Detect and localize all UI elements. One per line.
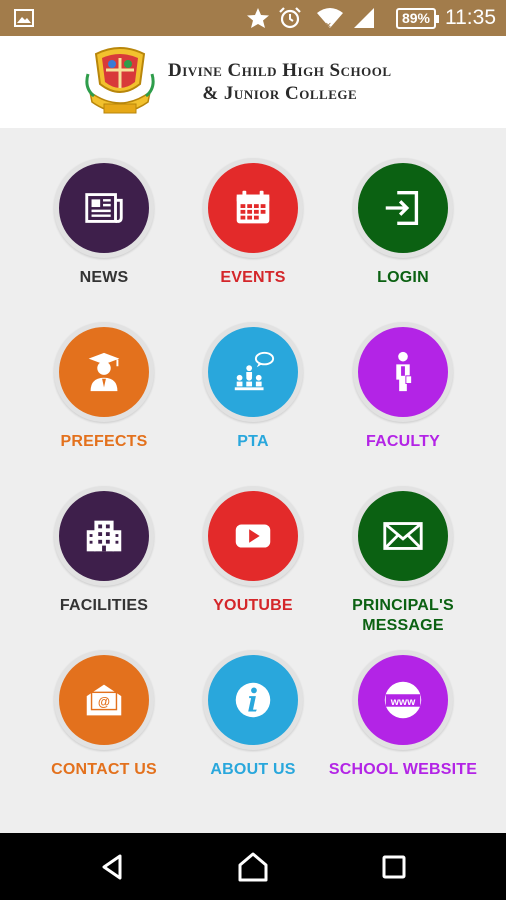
wifi-icon: ✕ bbox=[316, 0, 344, 36]
about-us-button[interactable] bbox=[203, 650, 303, 750]
news-button[interactable] bbox=[54, 158, 154, 258]
youtube-button[interactable] bbox=[203, 486, 303, 586]
calendar-icon bbox=[236, 190, 270, 224]
navigation-bar bbox=[0, 833, 506, 900]
pta-label: PTA bbox=[237, 433, 269, 450]
school-name-line2: & Junior College bbox=[202, 83, 358, 104]
about-us-label: ABOUT US bbox=[210, 761, 296, 778]
menu-item-contact-us[interactable]: @ CONTACT US bbox=[29, 650, 179, 780]
menu-item-principals-message[interactable]: PRINCIPAL'S MESSAGE bbox=[328, 486, 478, 636]
menu-item-prefects[interactable]: PREFECTS bbox=[29, 322, 179, 452]
menu-item-login[interactable]: LOGIN bbox=[328, 158, 478, 288]
image-icon bbox=[14, 0, 34, 36]
graduate-icon bbox=[88, 352, 120, 392]
svg-text:✕: ✕ bbox=[325, 21, 332, 29]
faculty-label: FACULTY bbox=[366, 433, 440, 450]
news-label: NEWS bbox=[79, 269, 129, 286]
menu-item-news[interactable]: NEWS bbox=[29, 158, 179, 288]
www-icon: www bbox=[384, 681, 422, 719]
svg-text:@: @ bbox=[98, 695, 110, 709]
contact-us-label: CONTACT US bbox=[51, 761, 157, 778]
alarm-icon bbox=[278, 0, 302, 36]
pta-button[interactable] bbox=[203, 322, 303, 422]
home-icon bbox=[238, 852, 268, 881]
meeting-icon bbox=[234, 351, 275, 391]
menu-item-youtube[interactable]: YOUTUBE bbox=[178, 486, 328, 616]
star-icon bbox=[246, 0, 270, 36]
back-icon bbox=[102, 854, 122, 879]
contact-us-button[interactable]: @ bbox=[54, 650, 154, 750]
menu-item-school-website[interactable]: www SCHOOL WEBSITE bbox=[328, 650, 478, 780]
facilities-button[interactable] bbox=[54, 486, 154, 586]
prefects-label: PREFECTS bbox=[60, 433, 148, 450]
prefects-button[interactable] bbox=[54, 322, 154, 422]
school-website-button[interactable]: www bbox=[353, 650, 453, 750]
menu-item-faculty[interactable]: FACULTY bbox=[328, 322, 478, 452]
app-header: Divine Child High School & Junior Colleg… bbox=[0, 36, 506, 128]
menu-item-about-us[interactable]: ABOUT US bbox=[178, 650, 328, 780]
person-icon bbox=[396, 351, 413, 392]
login-button[interactable] bbox=[353, 158, 453, 258]
menu-item-pta[interactable]: PTA bbox=[178, 322, 328, 452]
back-button[interactable] bbox=[73, 833, 153, 900]
clock: 11:35 bbox=[445, 6, 496, 29]
status-bar: ✕ 89% 11:35 bbox=[0, 0, 506, 36]
menu-item-events[interactable]: EVENTS bbox=[178, 158, 328, 288]
school-name: Divine Child High School & Junior Colleg… bbox=[168, 60, 392, 105]
school-name-line1: Divine Child High School bbox=[168, 60, 392, 81]
school-website-label: SCHOOL WEBSITE bbox=[328, 761, 478, 778]
principals-message-button[interactable] bbox=[353, 486, 453, 586]
play-icon bbox=[235, 524, 271, 548]
login-icon bbox=[385, 190, 419, 226]
envelope-icon bbox=[383, 522, 423, 550]
recents-icon bbox=[382, 855, 406, 878]
menu-item-facilities[interactable]: FACILITIES bbox=[29, 486, 179, 616]
facilities-label: FACILITIES bbox=[59, 597, 149, 614]
recents-button[interactable] bbox=[354, 833, 434, 900]
battery-level: 89% bbox=[396, 7, 439, 29]
login-label: LOGIN bbox=[377, 269, 429, 286]
signal-icon bbox=[352, 0, 376, 36]
building-icon bbox=[86, 520, 122, 552]
home-button[interactable] bbox=[213, 833, 293, 900]
events-button[interactable] bbox=[203, 158, 303, 258]
events-label: EVENTS bbox=[220, 269, 286, 286]
youtube-label: YOUTUBE bbox=[213, 597, 293, 614]
newspaper-icon bbox=[85, 193, 123, 223]
school-logo bbox=[82, 44, 158, 120]
battery-icon: 89% bbox=[396, 0, 439, 36]
svg-text:www: www bbox=[390, 696, 416, 708]
faculty-button[interactable] bbox=[353, 322, 453, 422]
mail-icon: @ bbox=[86, 684, 122, 716]
info-icon bbox=[235, 682, 271, 718]
principals-message-label: PRINCIPAL'S MESSAGE bbox=[352, 597, 454, 634]
